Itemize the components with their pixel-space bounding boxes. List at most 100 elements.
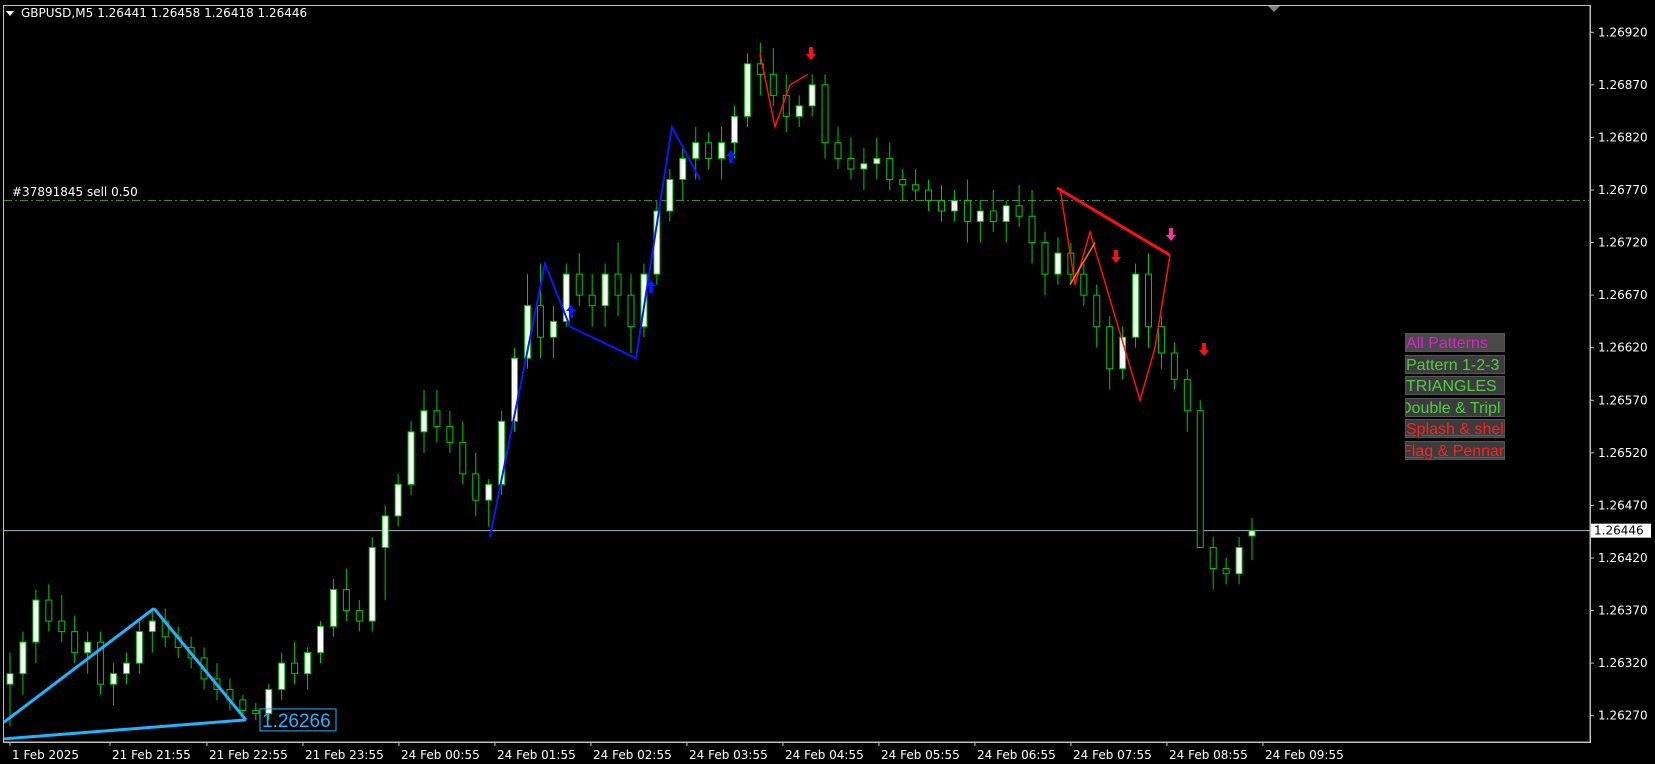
pattern-price-label: 1.26266 xyxy=(262,711,331,732)
candle-bear xyxy=(1170,352,1178,380)
symbol-header[interactable]: GBPUSD,M5 1.26441 1.26458 1.26418 1.2644… xyxy=(6,6,307,20)
candle-bear xyxy=(1157,326,1165,354)
candle-bear xyxy=(782,94,790,117)
candle-bear xyxy=(45,599,53,622)
order-label: #37891845 sell 0.50 xyxy=(12,185,138,199)
candle-bull xyxy=(317,625,324,654)
time-tick-label: 24 Feb 03:55 xyxy=(689,748,768,762)
candle-bull xyxy=(6,673,14,685)
candle-bear xyxy=(1028,215,1036,244)
candle-bear xyxy=(1222,568,1230,575)
triangle-side-line xyxy=(152,607,248,721)
candle-bull xyxy=(135,631,143,664)
candle-bear xyxy=(1145,273,1152,328)
price-tick-label: 1.26320 xyxy=(1598,656,1648,670)
candle-bear xyxy=(1183,378,1191,412)
candle-bear xyxy=(291,662,299,675)
sell-arrow-icon xyxy=(1166,228,1176,241)
pattern-button-flag-pennant[interactable]: Flag & Pennan xyxy=(1405,440,1505,460)
candle-bear xyxy=(989,210,997,223)
candle-bull xyxy=(122,662,130,675)
time-tick-label: 24 Feb 07:55 xyxy=(1073,748,1152,762)
candle-bull xyxy=(485,483,493,501)
candle-bear xyxy=(912,184,920,191)
candle-bear xyxy=(58,620,66,633)
candle-bear xyxy=(1080,273,1088,296)
candle-bear xyxy=(536,305,544,338)
pattern-button-all[interactable]: All Patterns xyxy=(1405,333,1505,352)
price-tick-label: 1.26270 xyxy=(1598,709,1648,723)
sell-arrow-icon xyxy=(1111,250,1121,263)
candle-bull xyxy=(976,210,984,223)
candle-bear xyxy=(886,157,894,180)
candle-bear xyxy=(705,142,713,159)
time-tick-label: 24 Feb 05:55 xyxy=(881,748,960,762)
candle-bull xyxy=(84,641,92,654)
candle-bull xyxy=(692,142,700,159)
candle-bull xyxy=(32,599,40,643)
time-tick-label: 24 Feb 02:55 xyxy=(593,748,672,762)
price-tick-label: 1.26620 xyxy=(1598,341,1648,355)
candle-bear xyxy=(821,84,829,144)
candle-bear xyxy=(433,410,441,428)
candle-bear xyxy=(342,589,350,612)
time-tick-label: 24 Feb 01:55 xyxy=(497,748,576,762)
time-tick-label: 24 Feb 04:55 xyxy=(785,748,864,762)
candle-bull xyxy=(394,483,402,517)
candle-bull xyxy=(420,410,428,433)
candle-bear xyxy=(71,631,79,654)
sell-arrow-icon xyxy=(806,47,816,60)
candle-bull xyxy=(743,63,751,117)
candle-bull xyxy=(795,105,803,117)
candle-bull xyxy=(1235,546,1243,575)
time-tick-label: 21 Feb 21:55 xyxy=(112,748,191,762)
candle-bear xyxy=(575,273,583,296)
price-tick-label: 1.26570 xyxy=(1598,393,1648,407)
candle-bull xyxy=(808,84,816,107)
candle-bull xyxy=(19,641,27,675)
pattern-button-123[interactable]: Pattern 1-2-3 xyxy=(1405,354,1505,374)
sell-arrow-icon xyxy=(1199,343,1209,356)
candle-bull xyxy=(950,200,958,212)
pattern-button-triangles[interactable]: TRIANGLES xyxy=(1405,376,1505,395)
candle-bear xyxy=(1015,205,1023,217)
candle-bear xyxy=(1196,410,1204,548)
price-tick-label: 1.26470 xyxy=(1598,498,1648,512)
price-tick-label: 1.26920 xyxy=(1598,25,1648,39)
candle-bull xyxy=(1132,273,1140,338)
patterns-menu: All Patterns Pattern 1-2-3 TRIANGLES Dou… xyxy=(1405,333,1505,462)
red-trend-line xyxy=(1056,186,1171,257)
candle-bull xyxy=(278,662,286,690)
candle-bull xyxy=(304,652,312,675)
candle-bull xyxy=(549,320,557,338)
chart-shift-icon xyxy=(1268,6,1280,12)
candle-bear xyxy=(1106,326,1114,370)
time-tick-label: 21 Feb 23:55 xyxy=(305,748,384,762)
candle-bull xyxy=(873,157,881,165)
candle-bear xyxy=(588,294,596,307)
candle-bull xyxy=(329,589,337,627)
candle-bull xyxy=(381,515,389,548)
pattern-button-double-triple[interactable]: Double & Tripl xyxy=(1405,397,1505,417)
candle-bear xyxy=(963,200,971,223)
candle-bull xyxy=(601,273,609,307)
triangle-upper-line xyxy=(3,607,155,724)
time-tick-label: 21 Feb 22:55 xyxy=(209,748,288,762)
candle-bull xyxy=(860,163,868,170)
price-tick-label: 1.26820 xyxy=(1598,130,1648,144)
candle-bear xyxy=(446,426,454,443)
candle-bull xyxy=(407,431,415,485)
candle-bear xyxy=(252,709,260,715)
pattern-button-splash-shelf[interactable]: Splash & shel xyxy=(1405,419,1505,438)
candle-bull xyxy=(1054,252,1062,275)
current-price-label: 1.26446 xyxy=(1594,524,1644,538)
chevron-down-icon[interactable] xyxy=(6,10,14,16)
price-tick-label: 1.26720 xyxy=(1598,236,1648,250)
candle-bull xyxy=(679,157,687,180)
price-tick-label: 1.26420 xyxy=(1598,551,1648,565)
candle-bull xyxy=(666,178,674,212)
candle-bear xyxy=(1093,294,1101,328)
price-tick-label: 1.26670 xyxy=(1598,288,1648,302)
candle-bear xyxy=(769,73,777,96)
price-tick-label: 1.26870 xyxy=(1598,78,1648,92)
